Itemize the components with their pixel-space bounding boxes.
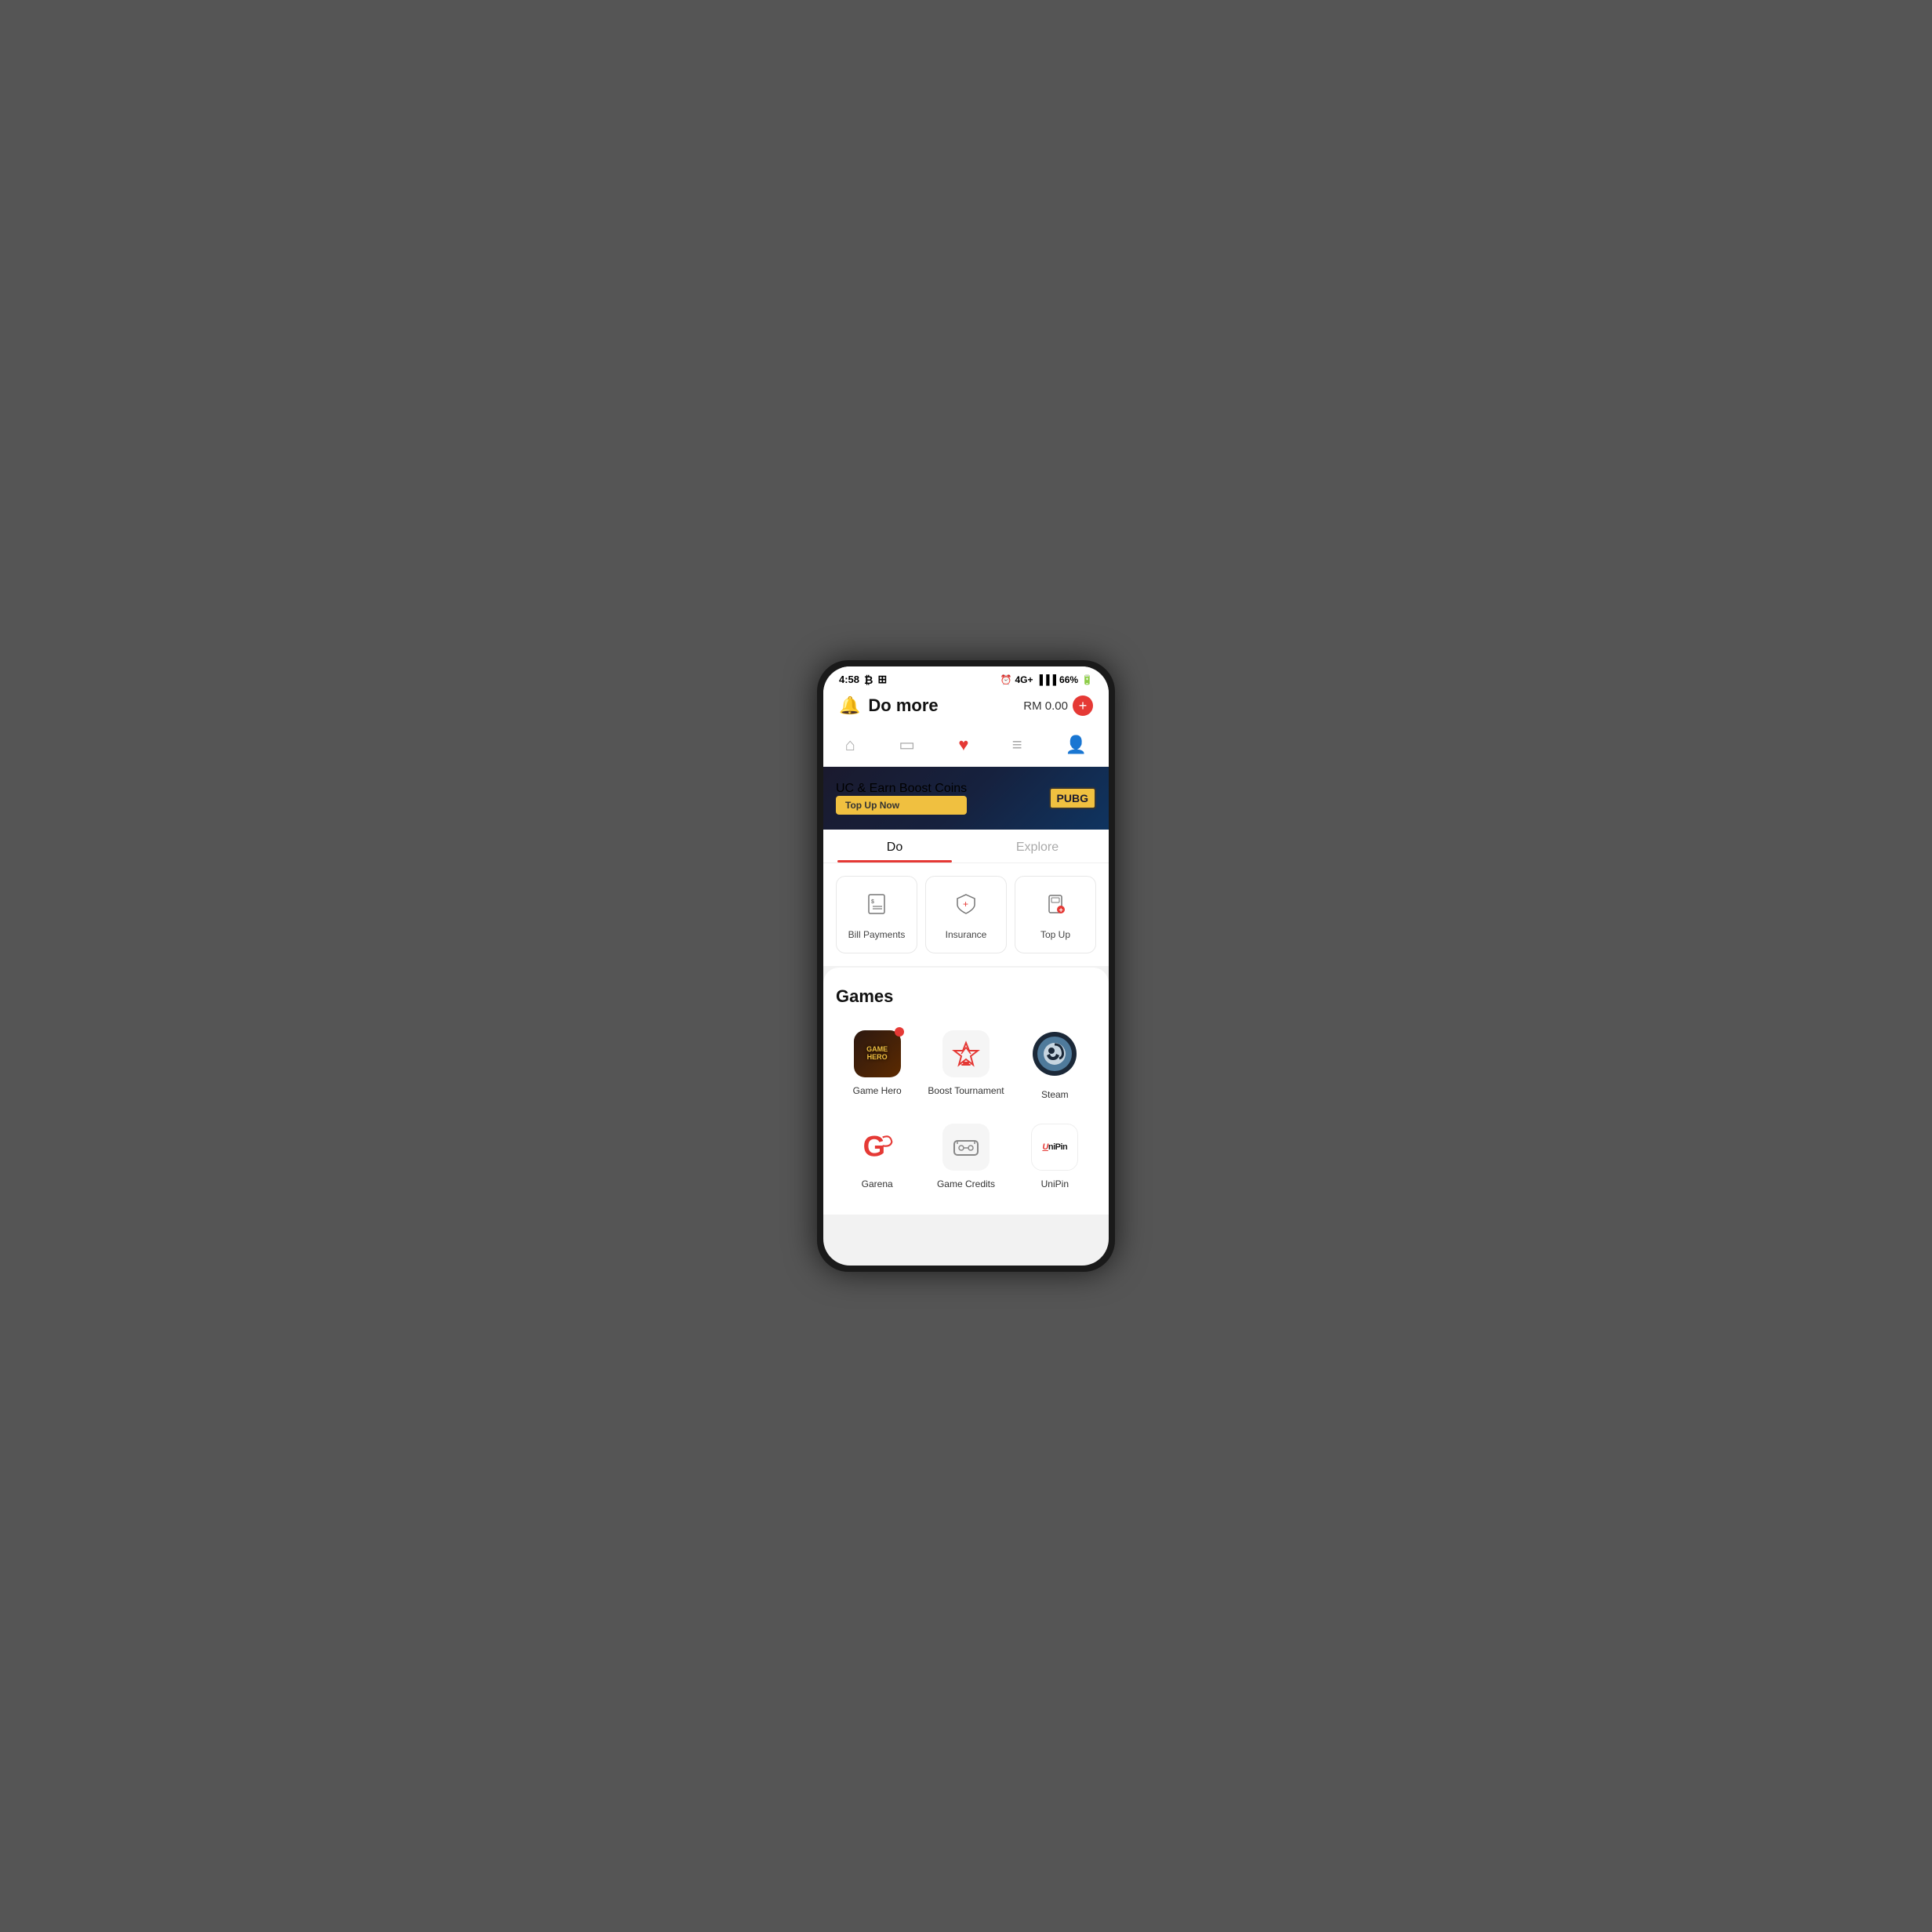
game-item-game-hero[interactable]: GAMEHERO Game Hero	[836, 1022, 918, 1109]
heart-icon: ♥	[958, 735, 968, 755]
game-item-unipin[interactable]: UniPin UniPin	[1014, 1116, 1096, 1199]
bitcoin-icon: ₿	[864, 674, 873, 686]
plus-icon: +	[1079, 698, 1088, 714]
bill-payments-label: Bill Payments	[848, 929, 906, 940]
phone-frame: 4:58 ₿ ⊞ ⏰ 4G+ ▐▐▐ 66% 🔋 🔔 Do more RM 0.…	[817, 660, 1115, 1272]
svg-text:+: +	[1059, 906, 1063, 914]
unipin-icon: UniPin	[1031, 1124, 1078, 1171]
garena-label: Garena	[862, 1178, 893, 1189]
game-item-boost-tournament[interactable]: Boost Tournament	[924, 1022, 1007, 1109]
steam-label: Steam	[1041, 1089, 1069, 1100]
tab-do[interactable]: Do	[823, 830, 966, 862]
balance-area: RM 0.00 +	[1023, 695, 1093, 716]
game-hero-badge	[895, 1027, 904, 1037]
banner-content: UC & Earn Boost Coins Top Up Now PUBG	[823, 782, 1109, 815]
bottom-nav: ⌂ ▭ ♥ ≡ 👤	[823, 725, 1109, 767]
insurance-icon: +	[954, 892, 978, 921]
add-balance-button[interactable]: +	[1073, 695, 1093, 716]
bill-payments-icon: $	[865, 892, 888, 921]
status-bar: 4:58 ₿ ⊞ ⏰ 4G+ ▐▐▐ 66% 🔋	[823, 666, 1109, 689]
svg-text:$: $	[871, 899, 874, 905]
service-insurance[interactable]: + Insurance	[925, 876, 1007, 953]
bell-icon[interactable]: 🔔	[839, 695, 860, 716]
top-up-icon: +	[1044, 892, 1067, 921]
banner-text: UC & Earn Boost Coins	[836, 782, 967, 796]
garena-icon: G	[854, 1124, 901, 1171]
topup-button[interactable]: Top Up Now	[836, 796, 967, 815]
header-left: 🔔 Do more	[839, 695, 939, 716]
game-item-game-credits[interactable]: Game Credits	[924, 1116, 1007, 1199]
service-bill-payments[interactable]: $ Bill Payments	[836, 876, 917, 953]
teams-icon: ⊞	[877, 673, 887, 686]
balance-value: RM 0.00	[1023, 699, 1068, 713]
pubg-logo: PUBG	[1049, 787, 1096, 809]
signal-bars-icon: ▐▐▐	[1037, 674, 1057, 685]
game-hero-icon: GAMEHERO	[854, 1030, 901, 1077]
unipin-label: UniPin	[1041, 1178, 1069, 1189]
promo-banner[interactable]: UC & Earn Boost Coins Top Up Now PUBG	[823, 767, 1109, 830]
svg-text:+: +	[963, 899, 968, 910]
signal-text: 4G+	[1015, 674, 1033, 685]
game-hero-icon-wrap: GAMEHERO	[854, 1030, 901, 1077]
games-section: Games GAMEHERO Game Hero	[823, 968, 1109, 1215]
header: 🔔 Do more RM 0.00 +	[823, 689, 1109, 725]
home-icon: ⌂	[845, 735, 855, 755]
nav-heart[interactable]: ♥	[949, 732, 978, 758]
game-credits-label: Game Credits	[937, 1178, 995, 1189]
game-hero-label: Game Hero	[853, 1085, 902, 1096]
games-grid: GAMEHERO Game Hero	[836, 1022, 1096, 1199]
services-grid: $ Bill Payments + Insurance	[823, 863, 1109, 966]
nav-user[interactable]: 👤	[1056, 732, 1096, 758]
nav-home[interactable]: ⌂	[836, 732, 865, 758]
nav-list[interactable]: ≡	[1003, 732, 1032, 758]
card-icon: ▭	[899, 735, 915, 755]
battery-icon: 🔋	[1081, 674, 1093, 685]
alarm-icon: ⏰	[1000, 674, 1012, 685]
game-item-steam[interactable]: Steam	[1014, 1022, 1096, 1109]
boost-tournament-label: Boost Tournament	[928, 1085, 1004, 1096]
game-credits-icon	[942, 1124, 990, 1171]
games-section-title: Games	[836, 986, 1096, 1007]
insurance-label: Insurance	[946, 929, 987, 940]
status-left: 4:58 ₿ ⊞	[839, 673, 887, 686]
content-tabs: Do Explore	[823, 830, 1109, 863]
list-icon: ≡	[1012, 735, 1022, 755]
boost-tournament-icon	[942, 1030, 990, 1077]
steam-icon	[1031, 1030, 1078, 1081]
game-item-garena[interactable]: G Garena	[836, 1116, 918, 1199]
battery-text: 66%	[1059, 674, 1078, 685]
top-up-label: Top Up	[1040, 929, 1070, 940]
nav-card[interactable]: ▭	[889, 732, 924, 758]
phone-screen: 4:58 ₿ ⊞ ⏰ 4G+ ▐▐▐ 66% 🔋 🔔 Do more RM 0.…	[823, 666, 1109, 1266]
page-title: Do more	[868, 695, 938, 716]
status-right: ⏰ 4G+ ▐▐▐ 66% 🔋	[1000, 674, 1093, 685]
tab-explore[interactable]: Explore	[966, 830, 1109, 862]
service-top-up[interactable]: + Top Up	[1015, 876, 1096, 953]
status-time: 4:58	[839, 674, 859, 685]
banner-left: UC & Earn Boost Coins Top Up Now	[836, 782, 967, 815]
svg-text:G: G	[862, 1131, 885, 1163]
user-icon: 👤	[1066, 735, 1087, 755]
